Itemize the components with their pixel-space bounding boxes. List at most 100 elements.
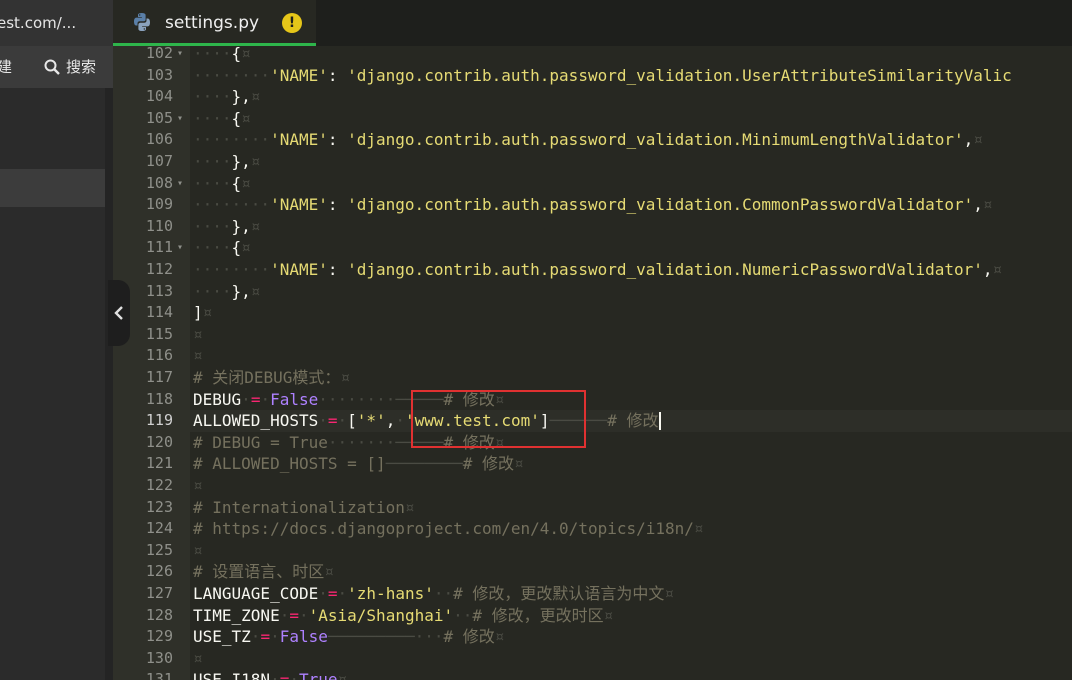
line-code: ····},¤ <box>193 216 261 236</box>
line-number: 129 <box>145 627 173 646</box>
code-line-124[interactable]: 124 # https://docs.djangoproject.com/en/4… <box>113 518 1072 540</box>
line-code: # ALLOWED_HOSTS = []────────# 修改¤ <box>193 454 524 474</box>
line-number: 122 <box>145 476 173 494</box>
line-number: 112 <box>145 260 173 278</box>
line-code: ········'NAME': 'django.contrib.auth.pas… <box>193 195 993 215</box>
line-code: # 关闭DEBUG模式：¤ <box>193 368 351 387</box>
code-line-116[interactable]: 116 ¤ <box>113 345 1072 367</box>
line-number: 102 <box>145 46 173 62</box>
code-line-125[interactable]: 125 ¤ <box>113 540 1072 562</box>
code-line-119[interactable]: 119 ALLOWED_HOSTS·=·['*',·'www.test.com']… <box>113 410 1072 432</box>
code-line-112[interactable]: 112 ········'NAME': 'django.contrib.auth.… <box>113 259 1072 281</box>
code-line-106[interactable]: 106 ········'NAME': 'django.contrib.auth.… <box>113 129 1072 151</box>
text-cursor <box>659 412 661 431</box>
line-number: 124 <box>145 519 173 538</box>
code-line-102[interactable]: 102 ▾ ····{¤ <box>113 46 1072 65</box>
editor-tab-bar: settings.py ! <box>113 0 1072 46</box>
line-number: 123 <box>145 497 173 516</box>
line-number: 103 <box>145 65 173 84</box>
sidebar-divider <box>105 88 113 680</box>
line-code: # DEBUG = True·······─────# 修改¤ <box>193 432 505 452</box>
line-code: # 设置语言、时区¤ <box>193 562 334 582</box>
line-number: 116 <box>145 346 173 365</box>
line-number: 128 <box>145 605 173 624</box>
code-line-120[interactable]: 120 # DEBUG = True·······─────# 修改¤ <box>113 432 1072 454</box>
line-code: ALLOWED_HOSTS·=·['*',·'www.test.com']───… <box>193 411 659 431</box>
line-number: 111 <box>145 238 173 257</box>
tab-label: settings.py <box>165 13 260 33</box>
code-line-114[interactable]: 114]¤ <box>113 302 1072 324</box>
fold-arrow-icon[interactable]: ▾ <box>177 237 183 259</box>
line-number: 120 <box>145 432 173 451</box>
line-number: 126 <box>145 562 173 581</box>
code-line-123[interactable]: 123 # Internationalization¤ <box>113 497 1072 519</box>
code-line-130[interactable]: 130 ¤ <box>113 648 1072 670</box>
sidebar-selected-item[interactable] <box>0 169 105 207</box>
line-number: 108 <box>145 173 173 192</box>
code-line-117[interactable]: 117 # 关闭DEBUG模式：¤ <box>113 367 1072 389</box>
line-code: ········'NAME': 'django.contrib.auth.pas… <box>193 130 983 150</box>
code-line-105[interactable]: 105 ▾ ····{¤ <box>113 108 1072 130</box>
code-line-129[interactable]: 129 USE_TZ·=·False─────────···# 修改¤ <box>113 626 1072 648</box>
code-line-122[interactable]: 122 ¤ <box>113 475 1072 497</box>
fold-arrow-icon[interactable]: ▾ <box>177 108 183 130</box>
warning-icon[interactable]: ! <box>282 13 302 33</box>
line-code: USE_TZ·=·False─────────···# 修改¤ <box>193 627 505 647</box>
browser-tab-title: est.com/... <box>0 14 77 32</box>
line-code: ¤ <box>193 540 203 560</box>
code-line-104[interactable]: 104 ····},¤ <box>113 86 1072 108</box>
line-code: ····},¤ <box>193 87 261 107</box>
search-button[interactable]: 搜索 <box>44 46 96 88</box>
line-number: 109 <box>145 195 173 214</box>
line-code: # https://docs.djangoproject.com/en/4.0/… <box>193 519 704 539</box>
tab-settings-py[interactable]: settings.py ! <box>113 0 316 46</box>
line-code: ········'NAME': 'django.contrib.auth.pas… <box>193 65 1012 85</box>
line-number: 131 <box>145 670 173 680</box>
line-code: ····},¤ <box>193 152 261 171</box>
line-code: USE_I18N·=·True¤ <box>193 670 348 680</box>
line-code: ········'NAME': 'django.contrib.auth.pas… <box>193 260 1003 279</box>
line-number: 107 <box>145 152 173 170</box>
browser-tab[interactable]: est.com/... <box>0 0 113 46</box>
line-code: DEBUG·=·False········─────# 修改¤ <box>193 389 505 409</box>
line-number: 104 <box>145 87 173 106</box>
code-line-126[interactable]: 126 # 设置语言、时区¤ <box>113 561 1072 583</box>
new-button[interactable]: 建 <box>0 46 12 88</box>
code-line-127[interactable]: 127 LANGUAGE_CODE·=·'zh-hans'··# 修改，更改默认语… <box>113 583 1072 605</box>
chevron-left-icon <box>114 306 123 320</box>
code-line-111[interactable]: 111 ▾ ····{¤ <box>113 237 1072 259</box>
line-number: 130 <box>145 648 173 667</box>
sidebar-toolbar: 建 搜索 <box>0 46 113 88</box>
code-line-108[interactable]: 108 ▾ ····{¤ <box>113 173 1072 195</box>
line-number: 105 <box>145 108 173 127</box>
code-line-115[interactable]: 115 ¤ <box>113 324 1072 346</box>
python-file-icon <box>134 13 150 31</box>
code-line-107[interactable]: 107 ····},¤ <box>113 151 1072 173</box>
line-code: ····},¤ <box>193 281 261 301</box>
line-code: ····{¤ <box>193 108 251 128</box>
code-line-103[interactable]: 103 ········'NAME': 'django.contrib.auth.… <box>113 65 1072 87</box>
code-line-110[interactable]: 110 ····},¤ <box>113 216 1072 238</box>
code-line-131[interactable]: 131 USE_I18N·=·True¤ <box>113 669 1072 680</box>
line-number: 106 <box>145 130 173 149</box>
line-code: ····{¤ <box>193 46 251 63</box>
fold-arrow-icon[interactable]: ▾ <box>177 173 183 195</box>
code-line-109[interactable]: 109 ········'NAME': 'django.contrib.auth.… <box>113 194 1072 216</box>
code-line-121[interactable]: 121 # ALLOWED_HOSTS = []────────# 修改¤ <box>113 453 1072 475</box>
code-editor[interactable]: 102 ▾ ····{¤ 103 ········'NAME': 'django.con… <box>113 46 1072 680</box>
line-code: TIME_ZONE·=·'Asia/Shanghai'··# 修改，更改时区¤ <box>193 605 614 625</box>
search-icon <box>44 59 60 75</box>
collapse-sidebar-button[interactable] <box>108 280 130 346</box>
line-code: ¤ <box>193 476 203 495</box>
file-browser-sidebar: est.com/... 建 搜索 <box>0 0 113 680</box>
code-line-128[interactable]: 128 TIME_ZONE·=·'Asia/Shanghai'··# 修改，更改时… <box>113 605 1072 627</box>
line-code: # Internationalization¤ <box>193 497 415 517</box>
search-label: 搜索 <box>66 58 97 76</box>
line-code: ····{¤ <box>193 238 251 258</box>
code-line-118[interactable]: 118 DEBUG·=·False········─────# 修改¤ <box>113 389 1072 411</box>
line-number: 117 <box>145 368 173 386</box>
line-number: 110 <box>145 216 173 235</box>
code-line-113[interactable]: 113 ····},¤ <box>113 281 1072 303</box>
fold-arrow-icon[interactable]: ▾ <box>177 46 183 65</box>
line-number: 121 <box>145 454 173 473</box>
